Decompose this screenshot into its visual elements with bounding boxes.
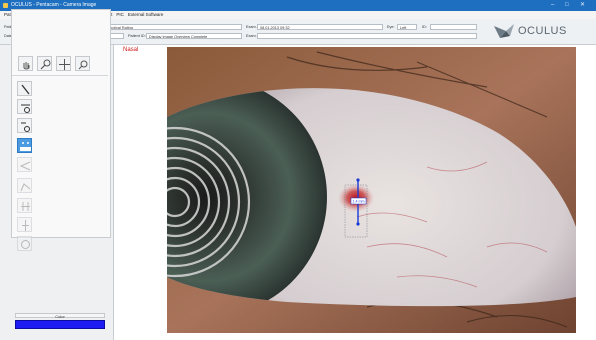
- oculus-logo-text: OCULUS: [518, 25, 567, 37]
- eye-field[interactable]: Left: [397, 24, 417, 30]
- menu-pic[interactable]: PIC: [116, 12, 124, 17]
- menu-external-software[interactable]: External Software: [128, 12, 164, 17]
- grid-tool-icon: [21, 202, 30, 211]
- target-tool-icon: [22, 220, 29, 231]
- id-field[interactable]: [430, 24, 477, 30]
- crosshair-tool-icon: [59, 59, 70, 70]
- exam-info-field[interactable]: [257, 33, 477, 39]
- oculus-logo-icon: [494, 24, 514, 38]
- maximize-button[interactable]: □: [565, 0, 569, 11]
- app-icon: [3, 3, 8, 8]
- reset-tool-button[interactable]: [75, 56, 90, 71]
- measure-tool-icon: [21, 104, 30, 113]
- area-tool-icon: [20, 183, 31, 192]
- redness-tool-button[interactable]: [17, 138, 32, 153]
- measurement-label: 1.4 mm: [353, 200, 365, 204]
- id-label: ID:: [422, 25, 427, 29]
- patient-id-label: Patient ID:: [128, 34, 146, 38]
- add-point-tool-icon: [21, 122, 30, 132]
- exam-date-field[interactable]: 08.01.2013 09:32: [257, 24, 383, 30]
- patient-id-field[interactable]: Display Image Overview Complete: [146, 33, 242, 39]
- close-button[interactable]: ✕: [580, 0, 585, 11]
- magnify-tool-icon: [40, 59, 51, 70]
- hand-tool-button[interactable]: [18, 56, 33, 71]
- pointer-tool-icon: [21, 84, 30, 95]
- grid-tool-button[interactable]: [17, 198, 32, 213]
- angle-tool-icon: [19, 161, 31, 171]
- target-tool-button[interactable]: [17, 217, 32, 232]
- nasal-label: Nasal: [123, 47, 139, 53]
- oculus-logo: OCULUS: [482, 19, 596, 44]
- crosshair-tool-button[interactable]: [56, 56, 71, 71]
- color-swatch[interactable]: [15, 320, 105, 329]
- color-label[interactable]: Color: [15, 313, 105, 319]
- add-point-tool-button[interactable]: [17, 118, 32, 133]
- toolbox-divider: [12, 75, 108, 76]
- eye-label: Eye:: [387, 25, 395, 29]
- hand-tool-icon: [23, 62, 30, 70]
- magnify-tool-button[interactable]: [37, 56, 52, 71]
- eye-image[interactable]: 1.4 mm: [167, 47, 576, 333]
- minimize-button[interactable]: –: [551, 0, 554, 11]
- circle-tool-icon: [21, 240, 30, 249]
- redness-tool-icon: [20, 142, 31, 151]
- reset-tool-icon: [78, 60, 88, 70]
- circle-tool-button[interactable]: [17, 236, 32, 251]
- angle-tool-button[interactable]: [17, 157, 32, 172]
- area-tool-button[interactable]: [17, 178, 32, 193]
- pointer-tool-button[interactable]: [17, 81, 32, 96]
- measure-tool-button[interactable]: [17, 99, 32, 114]
